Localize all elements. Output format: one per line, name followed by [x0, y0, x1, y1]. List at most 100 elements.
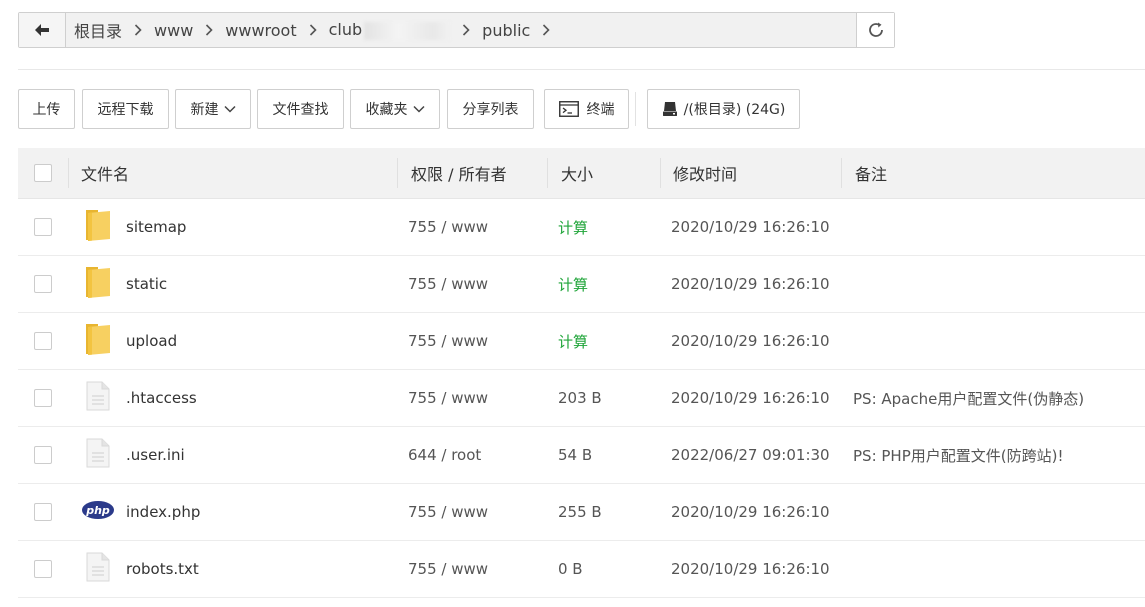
- chevron-right-icon: [134, 24, 142, 36]
- favorites-label: 收藏夹: [365, 102, 408, 118]
- row-checkbox[interactable]: [34, 389, 52, 407]
- file-size: 0 B: [558, 560, 583, 578]
- disk-label: /(根目录) (24G): [683, 102, 786, 118]
- file-perm[interactable]: 755 / www: [408, 199, 488, 255]
- file-mtime: 2020/10/29 16:26:10: [671, 503, 830, 521]
- table-row[interactable]: .htaccess 755 / www 203 B 2020/10/29 16:…: [18, 370, 1145, 427]
- breadcrumb-www[interactable]: www: [154, 21, 193, 40]
- file-type-icon-cell: [80, 199, 116, 255]
- file-size: 203 B: [558, 389, 602, 407]
- breadcrumb-club-label: club: [328, 20, 363, 40]
- arrow-left-icon: [35, 24, 49, 36]
- table-row[interactable]: upload 755 / www 计算 2020/10/29 16:26:10: [18, 313, 1145, 370]
- table-row[interactable]: static 755 / www 计算 2020/10/29 16:26:10: [18, 256, 1145, 313]
- table-row[interactable]: robots.txt 755 / www 0 B 2020/10/29 16:2…: [18, 541, 1145, 598]
- file-name[interactable]: robots.txt: [126, 541, 199, 597]
- header-separator: [547, 158, 548, 188]
- row-checkbox[interactable]: [34, 560, 52, 578]
- file-note[interactable]: PS: PHP用户配置文件(防跨站)!: [853, 427, 1063, 483]
- file-mtime: 2020/10/29 16:26:10: [671, 560, 830, 578]
- remote-download-label: 远程下载: [97, 102, 154, 118]
- chevron-right-icon: [205, 24, 213, 36]
- file-type-icon-cell: [80, 313, 116, 369]
- calc-size-link[interactable]: 计算: [558, 199, 588, 255]
- row-checkbox[interactable]: [34, 275, 52, 293]
- file-mtime: 2020/10/29 16:26:10: [671, 332, 830, 350]
- file-name[interactable]: index.php: [126, 484, 200, 540]
- header-mtime[interactable]: 修改时间: [673, 148, 737, 198]
- breadcrumb: 根目录 www wwwroot club public: [66, 13, 856, 47]
- file-name[interactable]: .user.ini: [126, 427, 185, 483]
- refresh-icon: [868, 22, 883, 37]
- chevron-down-icon: [223, 105, 236, 113]
- new-dropdown-button[interactable]: 新建: [175, 89, 251, 129]
- file-table: 文件名 权限 / 所有者 大小 修改时间 备注 sitemap 755 / ww…: [18, 148, 1145, 598]
- php-icon: php: [81, 500, 115, 524]
- header-separator: [660, 158, 661, 188]
- calc-size-link[interactable]: 计算: [558, 313, 588, 369]
- header-size[interactable]: 大小: [561, 148, 593, 198]
- row-select-cell: [34, 484, 52, 540]
- breadcrumb-wwwroot[interactable]: wwwroot: [225, 21, 296, 40]
- file-icon: [86, 552, 110, 586]
- breadcrumb-public[interactable]: public: [482, 21, 530, 40]
- row-checkbox[interactable]: [34, 503, 52, 521]
- row-checkbox[interactable]: [34, 218, 52, 236]
- header-name[interactable]: 文件名: [81, 148, 129, 198]
- select-all-checkbox[interactable]: [34, 164, 52, 182]
- row-checkbox[interactable]: [34, 332, 52, 350]
- calc-size-link[interactable]: 计算: [558, 256, 588, 312]
- new-button-label: 新建: [190, 102, 219, 118]
- table-row[interactable]: sitemap 755 / www 计算 2020/10/29 16:26:10: [18, 199, 1145, 256]
- file-name[interactable]: upload: [126, 313, 177, 369]
- file-search-label: 文件查找: [272, 102, 329, 118]
- file-type-icon-cell: [80, 427, 116, 483]
- file-name[interactable]: sitemap: [126, 199, 186, 255]
- row-checkbox[interactable]: [34, 446, 52, 464]
- file-icon: [86, 438, 110, 472]
- refresh-button[interactable]: [856, 13, 894, 47]
- folder-icon: [84, 265, 112, 303]
- breadcrumb-club[interactable]: club: [329, 20, 451, 40]
- table-row[interactable]: php index.php 755 / www 255 B 2020/10/29…: [18, 484, 1145, 541]
- file-name[interactable]: .htaccess: [126, 370, 197, 426]
- header-separator: [68, 158, 69, 188]
- divider: [18, 69, 1145, 70]
- terminal-button[interactable]: 终端: [544, 89, 629, 129]
- share-list-button[interactable]: 分享列表: [447, 89, 534, 129]
- redacted-blur: [364, 21, 451, 40]
- file-name[interactable]: static: [126, 256, 167, 312]
- breadcrumb-root[interactable]: 根目录: [74, 18, 122, 42]
- file-perm[interactable]: 755 / www: [408, 484, 488, 540]
- favorites-dropdown-button[interactable]: 收藏夹: [350, 89, 440, 129]
- file-mtime: 2020/10/29 16:26:10: [671, 218, 830, 236]
- folder-icon: [84, 208, 112, 246]
- path-bar: 根目录 www wwwroot club public: [18, 12, 895, 48]
- file-type-icon-cell: [80, 370, 116, 426]
- back-button[interactable]: [19, 13, 66, 47]
- folder-icon: [84, 322, 112, 360]
- php-logo-text: php: [85, 504, 110, 517]
- row-select-cell: [34, 370, 52, 426]
- header-perm[interactable]: 权限 / 所有者: [411, 148, 507, 198]
- disk-button[interactable]: /(根目录) (24G): [647, 89, 800, 129]
- chevron-down-icon: [412, 105, 425, 113]
- file-perm[interactable]: 755 / www: [408, 541, 488, 597]
- file-note[interactable]: PS: Apache用户配置文件(伪静态): [853, 370, 1084, 426]
- file-perm[interactable]: 755 / www: [408, 313, 488, 369]
- file-mtime: 2020/10/29 16:26:10: [671, 275, 830, 293]
- upload-button[interactable]: 上传: [18, 89, 75, 129]
- row-select-cell: [34, 313, 52, 369]
- file-size: 54 B: [558, 446, 593, 464]
- file-perm[interactable]: 755 / www: [408, 370, 488, 426]
- table-row[interactable]: .user.ini 644 / root 54 B 2022/06/27 09:…: [18, 427, 1145, 484]
- file-search-button[interactable]: 文件查找: [257, 89, 344, 129]
- remote-download-button[interactable]: 远程下载: [82, 89, 169, 129]
- chevron-right-icon: [542, 24, 550, 36]
- chevron-right-icon: [462, 24, 470, 36]
- file-perm[interactable]: 644 / root: [408, 427, 481, 483]
- terminal-icon: [558, 101, 579, 117]
- file-perm[interactable]: 755 / www: [408, 256, 488, 312]
- file-icon: [86, 381, 110, 415]
- table-header: 文件名 权限 / 所有者 大小 修改时间 备注: [18, 148, 1145, 199]
